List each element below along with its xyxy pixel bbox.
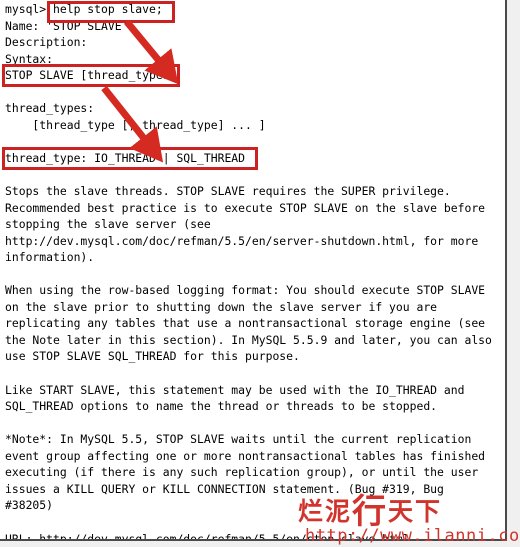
screenshot-root: mysql> help stop slave; Name: 'STOP SLAVE… <box>0 0 520 547</box>
terminal-line: Name: 'STOP SLAVE' <box>5 18 129 33</box>
terminal-line: Recommended best practice is to execute … <box>5 200 486 215</box>
terminal-line: URL: http://dev.mysql.com/doc/refman/5.5… <box>5 531 410 541</box>
terminal-line: on the slave prior to shutting down the … <box>5 299 438 314</box>
terminal-line: event group affecting one or more nontra… <box>5 448 486 463</box>
terminal-line: http://dev.mysql.com/doc/refman/5.5/en/s… <box>5 233 479 248</box>
terminal-line: #38205) <box>5 498 54 513</box>
terminal-line: [thread_type [, thread_type] ... ] <box>5 117 266 132</box>
terminal-line: use STOP SLAVE SQL_THREAD for this purpo… <box>5 349 300 364</box>
terminal-line: Description: <box>5 35 88 50</box>
terminal-line: Stops the slave threads. STOP SLAVE requ… <box>5 184 451 199</box>
terminal-line: STOP SLAVE [thread_types] <box>5 68 177 83</box>
terminal-line: mysql> help stop slave; <box>5 2 163 16</box>
terminal-line: issues a KILL QUERY or KILL CONNECTION s… <box>5 481 444 496</box>
terminal-line: *Note*: In MySQL 5.5, STOP SLAVE waits u… <box>5 432 472 447</box>
terminal-output: mysql> help stop slave; Name: 'STOP SLAVE… <box>5 1 505 541</box>
terminal-line: information). <box>5 250 95 265</box>
terminal-line: Syntax: <box>5 51 54 66</box>
terminal-line: replicating any tables that use a nontra… <box>5 316 486 331</box>
terminal-line: SQL_THREAD options to name the thread or… <box>5 399 438 414</box>
terminal-line: thread_type: IO_THREAD | SQL_THREAD <box>5 150 246 165</box>
terminal-line: When using the row-based logging format:… <box>5 283 486 298</box>
terminal-line: stopping the slave server (see <box>5 217 211 232</box>
mysql-terminal-window[interactable]: mysql> help stop slave; Name: 'STOP SLAVE… <box>0 0 507 541</box>
terminal-line: executing (if there is any such replicat… <box>5 465 479 480</box>
terminal-line: thread_types: <box>5 101 95 116</box>
terminal-line: Like START SLAVE, this statement may be … <box>5 382 465 397</box>
terminal-line: the Note later in this section). In MySQ… <box>5 332 492 347</box>
